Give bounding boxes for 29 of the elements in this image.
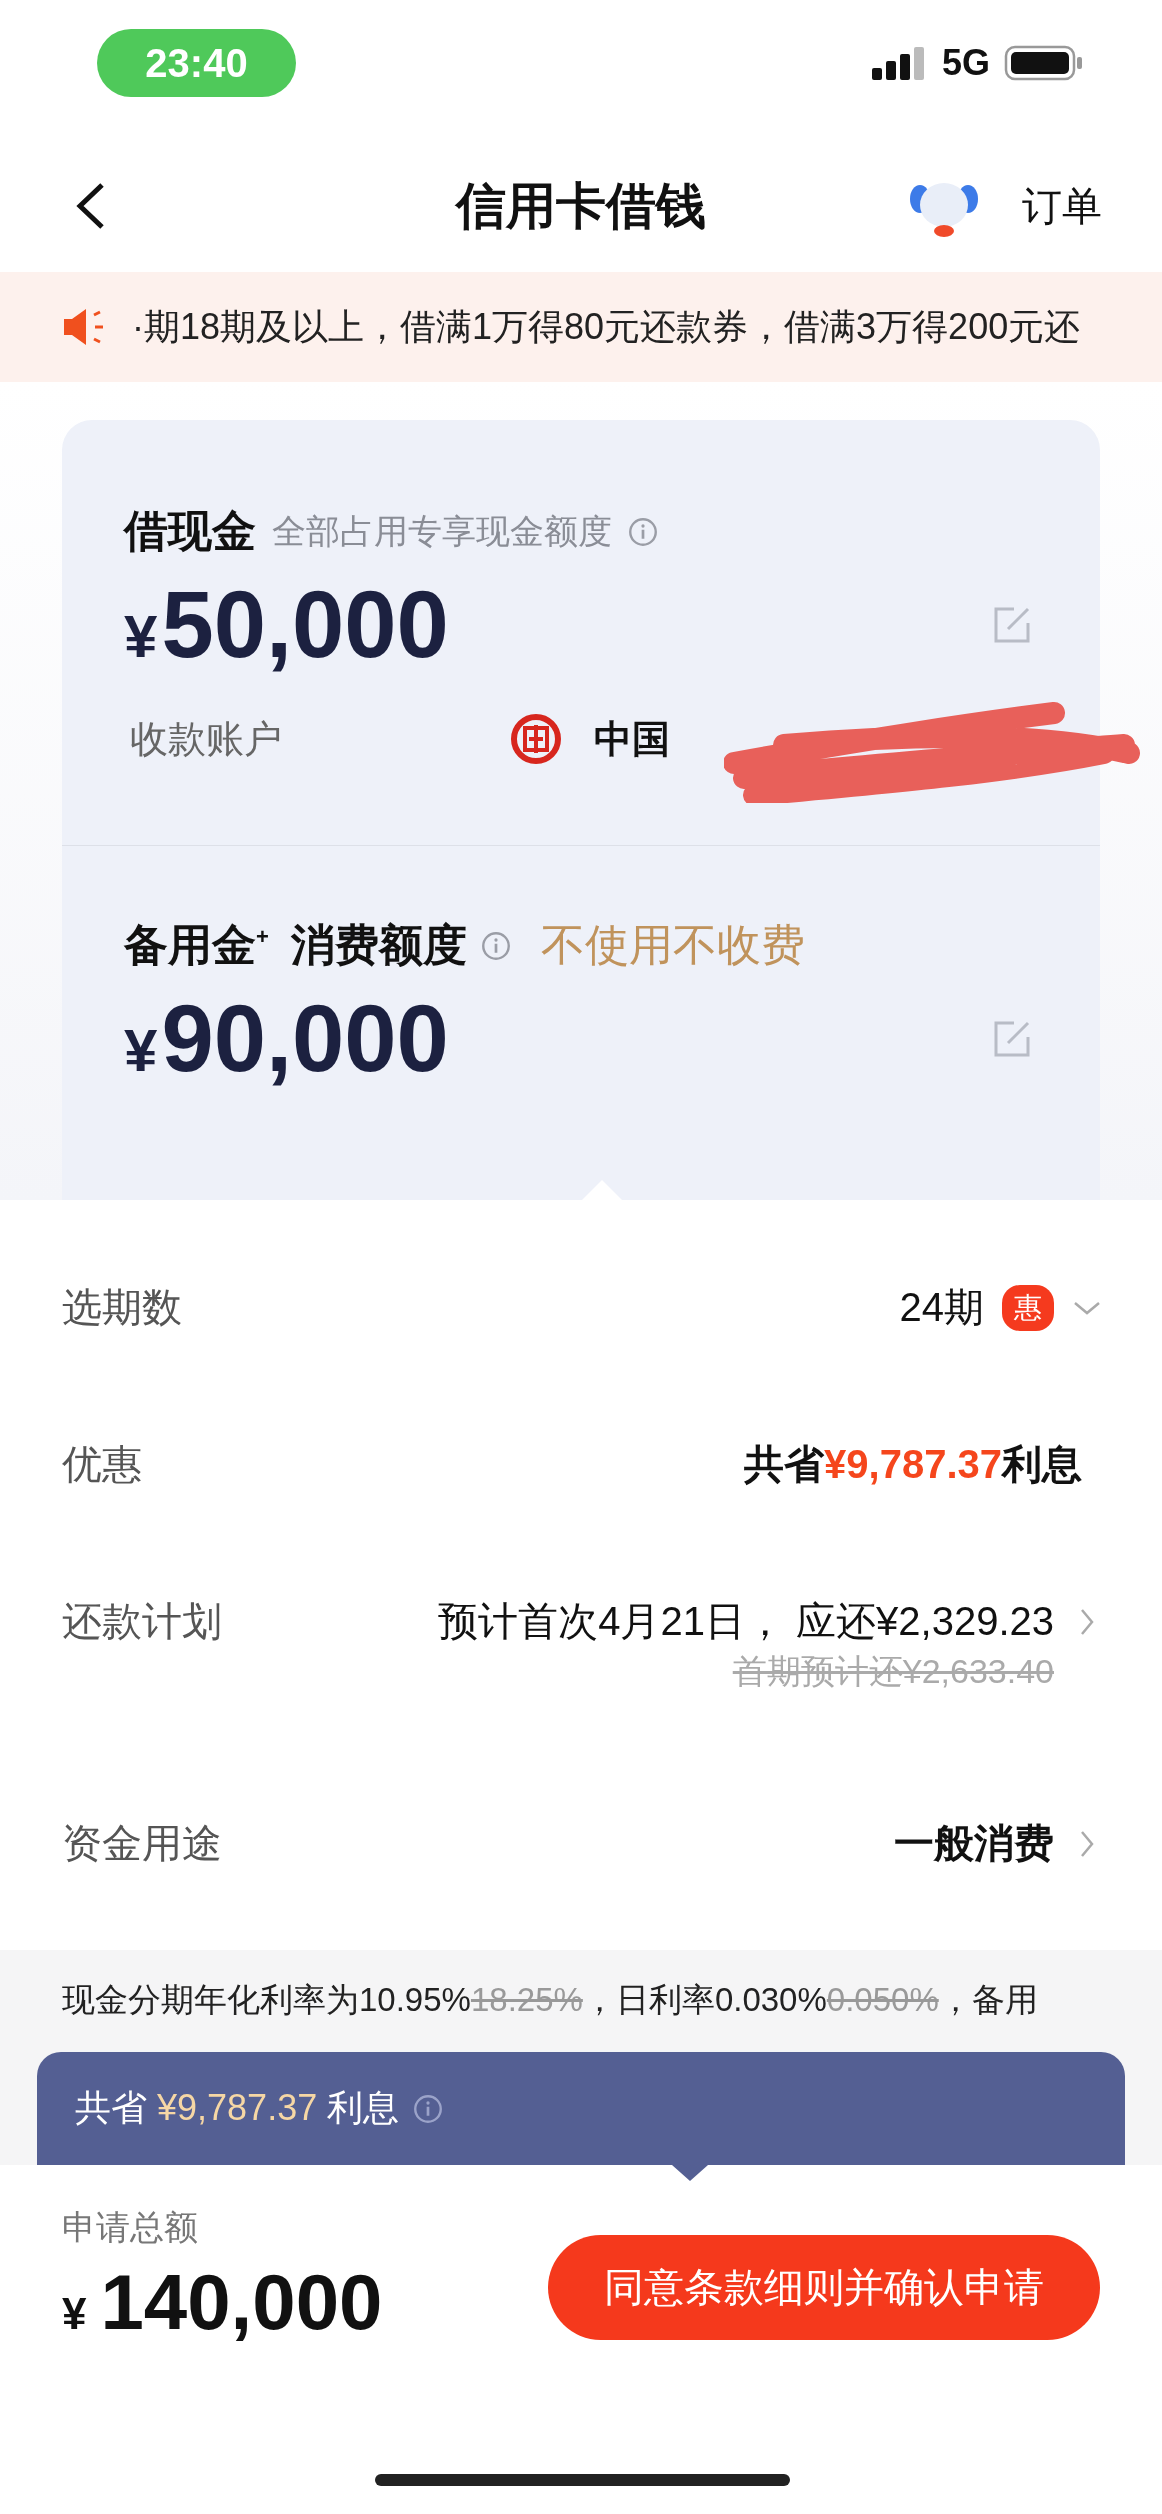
orders-link[interactable]: 订单 bbox=[1022, 178, 1102, 234]
cash-title: 借现金 bbox=[124, 505, 256, 557]
confirm-button[interactable]: 同意条款细则并确认申请 bbox=[548, 2235, 1100, 2340]
reserve-amount[interactable]: ¥90,000 bbox=[124, 985, 449, 1093]
reserve-title: 备用金$^{+}$ bbox=[124, 919, 269, 971]
notice-text: ·期18期及以上，借满1万得80元还款券，借满3万得200元还 bbox=[132, 304, 1081, 349]
reserve-tag: 消费额度 bbox=[290, 916, 467, 975]
total-amount: ¥ 140,000 bbox=[62, 2257, 383, 2348]
period-value[interactable]: 24期 bbox=[899, 1280, 984, 1335]
row-label: 选期数 bbox=[62, 1284, 183, 1331]
row-label: 还款计划 bbox=[62, 1598, 223, 1645]
cash-subtitle: 全部占用专享现金额度 bbox=[272, 510, 612, 552]
repayment-plan-text[interactable]: 预计首次4月21日， 应还¥2,329.23 bbox=[438, 1594, 1054, 1649]
rate-text: 现金分期年化利率为10.95%18.25%，日利率0.030%0.050%，备用 bbox=[62, 1980, 1039, 2020]
savings-text: 共省¥9,787.37利息 bbox=[744, 1441, 1082, 1488]
row-label: 资金用途 bbox=[62, 1820, 223, 1867]
page-title: 信用卡借钱 bbox=[456, 177, 706, 234]
total-label: 申请总额 bbox=[62, 2207, 199, 2248]
cash-amount[interactable]: ¥50,000 bbox=[124, 571, 449, 679]
network-label: 5G bbox=[941, 42, 990, 84]
purpose-value[interactable]: 一般消费 bbox=[894, 1816, 1054, 1871]
discount-badge: 惠 bbox=[1002, 1284, 1054, 1331]
original-repayment-text: 首期预计还¥2,633.40 bbox=[732, 1651, 1054, 1692]
banner-text: 共省 ¥9,787.37 利息 bbox=[75, 2086, 400, 2130]
bank-name[interactable]: 中国 bbox=[594, 713, 670, 765]
row-label: 优惠 bbox=[62, 1441, 143, 1488]
status-time: 23:40 bbox=[97, 29, 296, 97]
reserve-note: 不使用不收费 bbox=[540, 919, 805, 971]
account-label: 收款账户 bbox=[129, 716, 283, 762]
